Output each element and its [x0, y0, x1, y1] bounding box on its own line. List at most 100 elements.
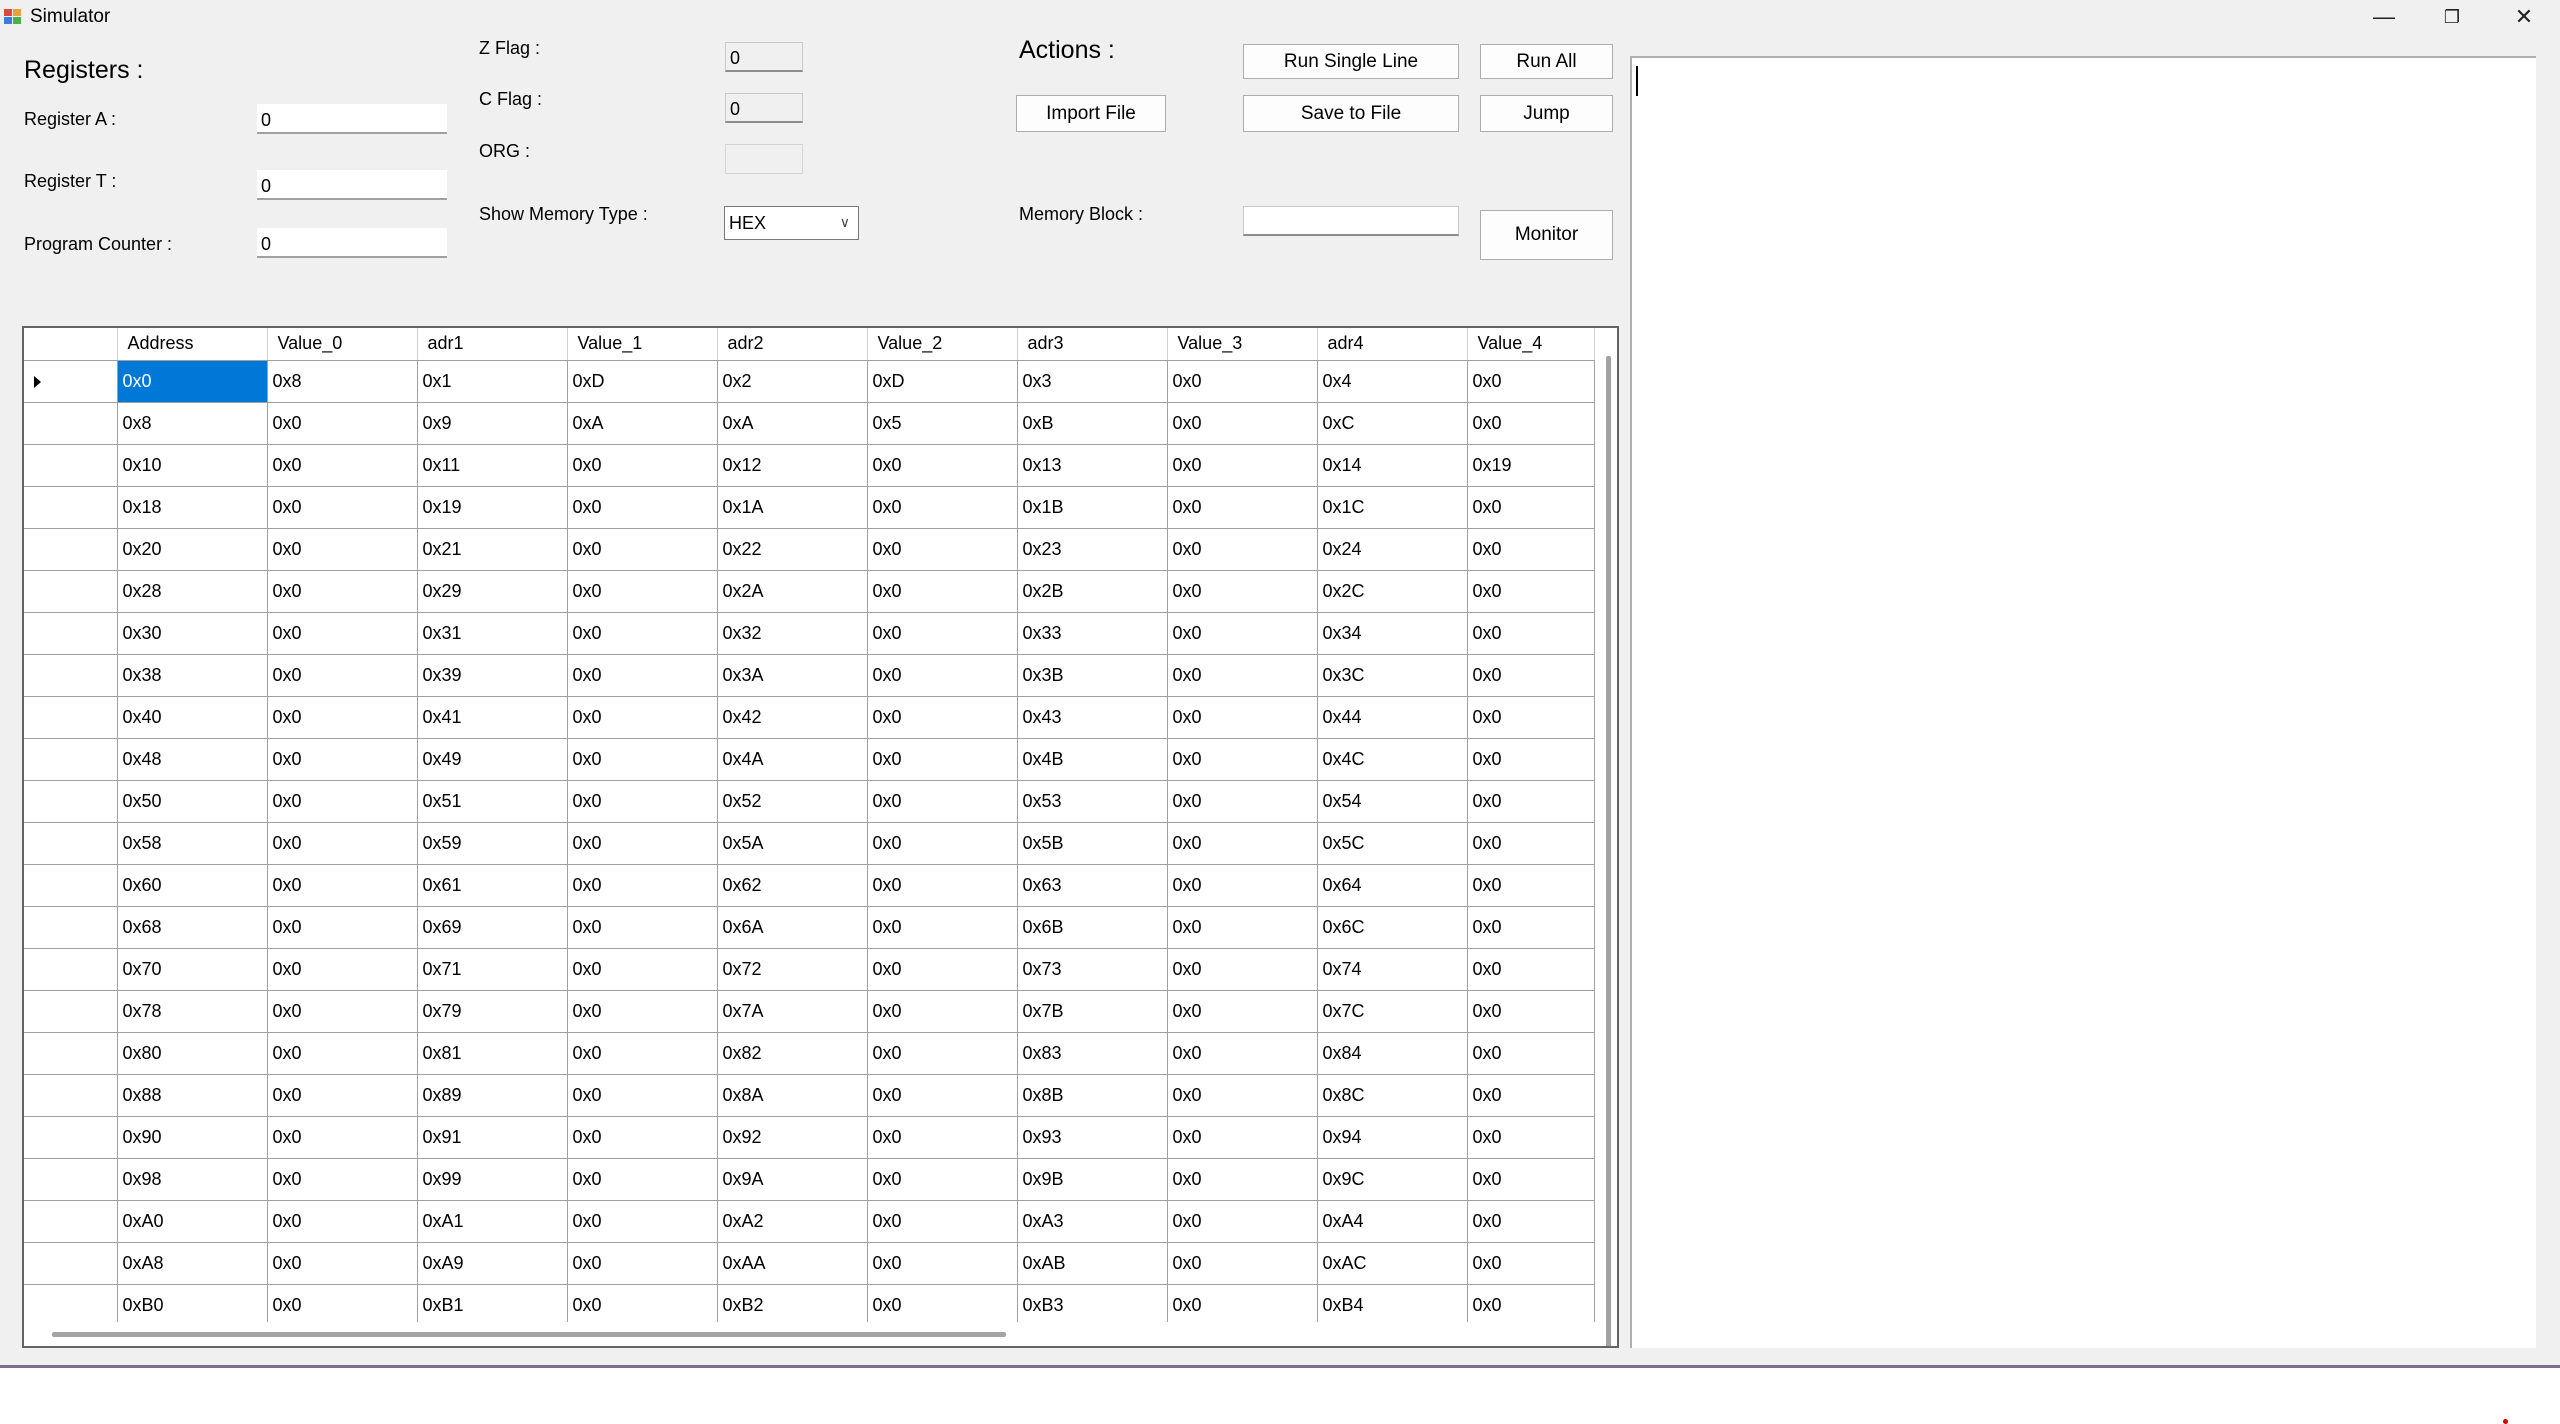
close-icon[interactable]: ✕: [2490, 0, 2558, 34]
table-cell[interactable]: 0x9: [417, 402, 568, 445]
table-cell[interactable]: 0xA0: [117, 1200, 268, 1243]
row-header[interactable]: [24, 906, 118, 949]
table-cell[interactable]: 0x18: [117, 486, 268, 529]
table-cell[interactable]: 0x73: [1017, 948, 1168, 991]
table-cell[interactable]: 0xB: [1017, 402, 1168, 445]
table-cell[interactable]: 0x51: [417, 780, 568, 823]
table-cell[interactable]: 0x7B: [1017, 990, 1168, 1033]
column-header[interactable]: adr2: [717, 328, 868, 361]
table-cell[interactable]: 0xD: [867, 360, 1018, 403]
table-cell[interactable]: 0x0: [1467, 864, 1595, 907]
table-cell[interactable]: 0x7A: [717, 990, 868, 1033]
table-cell[interactable]: 0x0: [1467, 696, 1595, 739]
table-cell[interactable]: 0x9B: [1017, 1158, 1168, 1201]
column-header[interactable]: Value_3: [1167, 328, 1318, 361]
table-cell[interactable]: 0xB2: [717, 1284, 868, 1327]
table-cell[interactable]: 0x0: [867, 696, 1018, 739]
table-cell[interactable]: 0x0: [267, 612, 418, 655]
table-cell[interactable]: 0x0: [567, 738, 718, 781]
table-cell[interactable]: 0x0: [1167, 696, 1318, 739]
table-cell[interactable]: 0x4C: [1317, 738, 1468, 781]
table-cell[interactable]: 0x2C: [1317, 570, 1468, 613]
row-header[interactable]: [24, 402, 118, 445]
table-cell[interactable]: 0x0: [1167, 1158, 1318, 1201]
table-cell[interactable]: 0x0: [267, 1032, 418, 1075]
table-cell[interactable]: 0x84: [1317, 1032, 1468, 1075]
table-cell[interactable]: 0x82: [717, 1032, 868, 1075]
row-header[interactable]: [24, 444, 118, 487]
table-cell[interactable]: 0x0: [567, 1242, 718, 1285]
table-cell[interactable]: 0x0: [267, 822, 418, 865]
table-row[interactable]: 0xA8 0x0 0xA9 0x0 0xAA 0x0 0xAB 0x0 0xAC 0x0: [24, 1242, 1595, 1285]
table-cell[interactable]: 0xA3: [1017, 1200, 1168, 1243]
table-cell[interactable]: 0x0: [867, 486, 1018, 529]
column-header[interactable]: adr3: [1017, 328, 1168, 361]
import-file-button[interactable]: Import File: [1016, 95, 1166, 132]
table-cell[interactable]: 0xAB: [1017, 1242, 1168, 1285]
table-cell[interactable]: 0x40: [117, 696, 268, 739]
table-cell[interactable]: 0x0: [567, 990, 718, 1033]
table-cell[interactable]: 0x31: [417, 612, 568, 655]
table-cell[interactable]: 0x60: [117, 864, 268, 907]
table-cell[interactable]: 0x69: [417, 906, 568, 949]
save-to-file-button[interactable]: Save to File: [1243, 95, 1459, 132]
table-cell[interactable]: 0x94: [1317, 1116, 1468, 1159]
table-cell[interactable]: 0xA4: [1317, 1200, 1468, 1243]
table-cell[interactable]: 0x48: [117, 738, 268, 781]
table-row[interactable]: 0x28 0x0 0x29 0x0 0x2A 0x0 0x2B 0x0 0x2C 0x0: [24, 570, 1595, 613]
table-cell[interactable]: 0x0: [1167, 654, 1318, 697]
row-header[interactable]: [24, 1158, 118, 1201]
table-row[interactable]: 0x88 0x0 0x89 0x0 0x8A 0x0 0x8B 0x0 0x8C 0x0: [24, 1074, 1595, 1117]
table-cell[interactable]: 0x53: [1017, 780, 1168, 823]
table-cell[interactable]: 0x0: [567, 1074, 718, 1117]
table-row[interactable]: 0x78 0x0 0x79 0x0 0x7A 0x0 0x7B 0x0 0x7C 0x0: [24, 990, 1595, 1033]
table-cell[interactable]: 0x6B: [1017, 906, 1168, 949]
table-cell[interactable]: 0x0: [1167, 1116, 1318, 1159]
table-cell[interactable]: 0x0: [567, 612, 718, 655]
table-cell[interactable]: 0x0: [567, 654, 718, 697]
table-cell[interactable]: 0x49: [417, 738, 568, 781]
table-cell[interactable]: 0x71: [417, 948, 568, 991]
table-cell[interactable]: 0x0: [1167, 1284, 1318, 1327]
table-cell[interactable]: 0x19: [1467, 444, 1595, 487]
table-cell[interactable]: 0x34: [1317, 612, 1468, 655]
run-all-button[interactable]: Run All: [1480, 44, 1613, 79]
table-cell[interactable]: 0x79: [417, 990, 568, 1033]
table-row[interactable]: 0x30 0x0 0x31 0x0 0x32 0x0 0x33 0x0 0x34 0x0: [24, 612, 1595, 655]
row-header[interactable]: [24, 612, 118, 655]
table-cell[interactable]: 0x0: [117, 360, 268, 403]
table-cell[interactable]: 0xA: [717, 402, 868, 445]
table-cell[interactable]: 0x5A: [717, 822, 868, 865]
column-header[interactable]: Value_0: [267, 328, 418, 361]
row-header-corner[interactable]: [24, 328, 118, 361]
c-flag-input[interactable]: [725, 93, 803, 123]
table-row[interactable]: 0xB0 0x0 0xB1 0x0 0xB2 0x0 0xB3 0x0 0xB4 0x0: [24, 1284, 1595, 1327]
table-cell[interactable]: 0x0: [867, 1116, 1018, 1159]
output-textbox[interactable]: [1630, 56, 2536, 1348]
table-cell[interactable]: 0x10: [117, 444, 268, 487]
table-cell[interactable]: 0x1: [417, 360, 568, 403]
table-cell[interactable]: 0x0: [267, 486, 418, 529]
table-cell[interactable]: 0x1A: [717, 486, 868, 529]
table-cell[interactable]: 0x61: [417, 864, 568, 907]
table-cell[interactable]: 0x0: [267, 990, 418, 1033]
table-cell[interactable]: 0x0: [867, 528, 1018, 571]
table-cell[interactable]: 0xAC: [1317, 1242, 1468, 1285]
table-cell[interactable]: 0x0: [867, 1032, 1018, 1075]
table-cell[interactable]: 0x0: [567, 864, 718, 907]
table-cell[interactable]: 0xA8: [117, 1242, 268, 1285]
table-cell[interactable]: 0x0: [1467, 486, 1595, 529]
table-cell[interactable]: 0x42: [717, 696, 868, 739]
table-cell[interactable]: 0x2A: [717, 570, 868, 613]
table-cell[interactable]: 0xAA: [717, 1242, 868, 1285]
table-cell[interactable]: 0x0: [267, 528, 418, 571]
table-cell[interactable]: 0x80: [117, 1032, 268, 1075]
table-cell[interactable]: 0x0: [1167, 864, 1318, 907]
table-cell[interactable]: 0x11: [417, 444, 568, 487]
table-row[interactable]: 0x98 0x0 0x99 0x0 0x9A 0x0 0x9B 0x0 0x9C 0x0: [24, 1158, 1595, 1201]
table-cell[interactable]: 0x0: [267, 738, 418, 781]
table-cell[interactable]: 0x0: [567, 444, 718, 487]
table-cell[interactable]: 0x0: [1467, 1284, 1595, 1327]
table-cell[interactable]: 0x0: [567, 780, 718, 823]
table-cell[interactable]: 0x0: [567, 528, 718, 571]
